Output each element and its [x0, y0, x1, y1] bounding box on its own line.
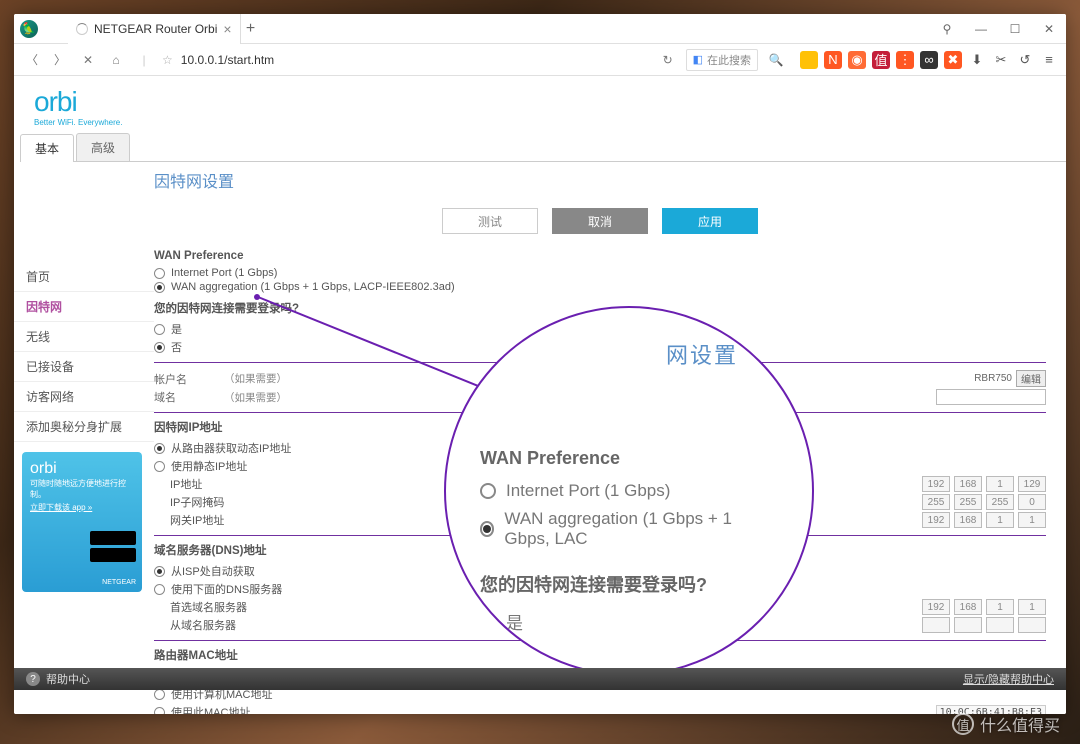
back-button[interactable]: 〈	[22, 50, 42, 70]
radio-ip-dyn[interactable]	[154, 443, 165, 454]
ext-icon-1[interactable]	[800, 51, 818, 69]
radio-dns-auto[interactable]	[154, 566, 165, 577]
download-icon[interactable]: ⬇	[968, 51, 986, 69]
footer-bar: ? 帮助中心 显示/隐藏帮助中心	[14, 668, 1066, 690]
tab-title: NETGEAR Router Orbi	[94, 22, 217, 36]
titlebar: 🦜 NETGEAR Router Orbi × + ⚲	[14, 14, 1066, 44]
radio-ip-static[interactable]	[154, 461, 165, 472]
help-icon[interactable]: ?	[26, 672, 40, 686]
url-text[interactable]: 10.0.0.1/start.htm	[181, 53, 274, 67]
orbi-logo: orbi Better WiFi. Everywhere.	[14, 76, 1066, 129]
sidebar-item-devices[interactable]: 已接设备	[14, 352, 154, 382]
ext-icon-6[interactable]: ∞	[920, 51, 938, 69]
sidebar: 首页 因特网 无线 已接设备 访客网络 添加奥秘分身扩展 orbi 可随时随地远…	[14, 162, 154, 714]
zoom-lens: 网设置 WAN Preference Internet Port (1 Gbps…	[444, 306, 814, 676]
radio-login-no[interactable]	[154, 342, 165, 353]
maximize-button[interactable]	[998, 14, 1032, 44]
home-button[interactable]: ⌂	[106, 50, 126, 70]
tab-advanced[interactable]: 高级	[76, 133, 130, 161]
cancel-button[interactable]: 取消	[552, 208, 648, 234]
search-placeholder: 在此搜索	[707, 52, 751, 68]
test-button[interactable]: 测试	[442, 208, 538, 234]
forward-button[interactable]: 〉	[50, 50, 70, 70]
radio-login-yes[interactable]	[154, 324, 165, 335]
ext-icon-7[interactable]: ✖	[944, 51, 962, 69]
ext-icon-2[interactable]: N	[824, 51, 842, 69]
sidebar-item-home[interactable]: 首页	[14, 262, 154, 292]
stop-button[interactable]: ✕	[78, 50, 98, 70]
main-tabs: 基本 高级	[20, 133, 1066, 162]
new-tab-button[interactable]: +	[241, 20, 261, 38]
domain-input[interactable]	[936, 389, 1046, 405]
search-icon[interactable]: 🔍	[766, 50, 786, 70]
minimize-button[interactable]	[964, 14, 998, 44]
menu-icon[interactable]: ≡	[1040, 51, 1058, 69]
wan-pref-heading: WAN Preference	[154, 250, 1046, 262]
close-tab-icon[interactable]: ×	[223, 21, 231, 37]
close-window-button[interactable]	[1032, 14, 1066, 44]
restore-icon[interactable]: ↺	[1016, 51, 1034, 69]
scissors-icon[interactable]: ✂	[992, 51, 1010, 69]
edit-button[interactable]: 编辑	[1016, 370, 1046, 387]
page-title: 因特网设置	[154, 162, 1046, 198]
loading-icon	[76, 23, 88, 35]
search-engine-icon: ◧	[693, 53, 703, 66]
page-content: orbi Better WiFi. Everywhere. 基本 高级 首页 因…	[14, 76, 1066, 714]
app-icon: 🦜	[20, 20, 38, 38]
sidebar-item-wireless[interactable]: 无线	[14, 322, 154, 352]
radio-mac-pc[interactable]	[154, 689, 165, 700]
radio-wan-1[interactable]	[154, 268, 165, 279]
bookmark-icon[interactable]: ☆	[162, 53, 173, 67]
toggle-help-link[interactable]: 显示/隐藏帮助中心	[963, 671, 1054, 687]
browser-window: 🦜 NETGEAR Router Orbi × + ⚲ 〈 〉 ✕ ⌂ | ☆ …	[14, 14, 1066, 714]
ext-icon-5[interactable]: ⋮	[896, 51, 914, 69]
sidebar-item-guest[interactable]: 访客网络	[14, 382, 154, 412]
apply-button[interactable]: 应用	[662, 208, 758, 234]
search-box[interactable]: ◧ 在此搜索	[686, 49, 758, 71]
radio-dns-manual[interactable]	[154, 584, 165, 595]
tab-basic[interactable]: 基本	[20, 134, 74, 162]
radio-mac-custom[interactable]	[154, 707, 165, 715]
radio-wan-2[interactable]	[154, 282, 165, 293]
sidebar-item-internet[interactable]: 因特网	[14, 292, 154, 322]
ext-icon-4[interactable]: 值	[872, 51, 890, 69]
sidebar-item-addon[interactable]: 添加奥秘分身扩展	[14, 412, 154, 442]
promo-card[interactable]: orbi 可随时随地远方便地进行控制。 立即下载该 app » NETGEAR	[22, 452, 142, 592]
reload-icon[interactable]: ↻	[658, 50, 678, 70]
ext-icon-3[interactable]: ◉	[848, 51, 866, 69]
watermark: 值什么值得买	[952, 712, 1060, 736]
address-bar: 〈 〉 ✕ ⌂ | ☆ 10.0.0.1/start.htm ↻ ◧ 在此搜索 …	[14, 44, 1066, 76]
toolbar-extensions: N ◉ 值 ⋮ ∞ ✖ ⬇ ✂ ↺ ≡	[800, 51, 1058, 69]
pin-icon[interactable]: ⚲	[930, 14, 964, 44]
browser-tab[interactable]: NETGEAR Router Orbi ×	[68, 14, 241, 44]
